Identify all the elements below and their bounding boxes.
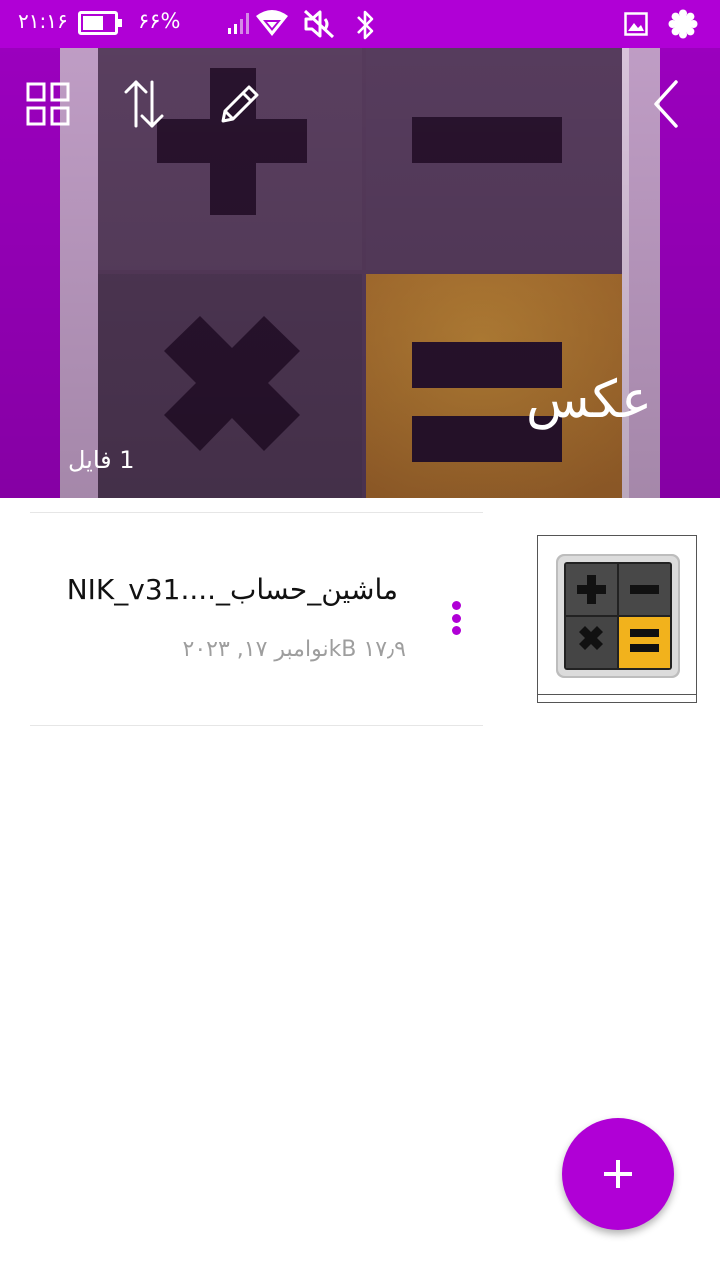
back-button[interactable] bbox=[640, 78, 692, 130]
album-title: عکس bbox=[525, 370, 652, 430]
back-arrow-icon bbox=[654, 80, 678, 128]
grid-view-button[interactable] bbox=[22, 78, 74, 130]
more-dot bbox=[451, 613, 461, 623]
battery-icon bbox=[78, 11, 122, 35]
grid-view-icon bbox=[26, 82, 70, 126]
file-name: ماشین_حساب_....NIK_v31 bbox=[66, 573, 398, 606]
status-bar: ۲۱:۱۶ ۶۶% bbox=[0, 0, 720, 48]
thumbnail-caption-line bbox=[538, 694, 696, 695]
status-time: ۲۱:۱۶ bbox=[18, 9, 68, 33]
edit-button[interactable] bbox=[214, 78, 266, 130]
battery-percent: ۶۶% bbox=[138, 9, 181, 33]
battery-level bbox=[83, 16, 103, 30]
signal-icon bbox=[228, 13, 249, 34]
file-thumbnail[interactable] bbox=[537, 535, 697, 703]
file-list-item[interactable]: ماشین_حساب_....NIK_v31 ۱۷٫۹ kBنوامبر ۱۷,… bbox=[0, 513, 720, 725]
calculator-app-icon bbox=[556, 554, 680, 678]
album-header: عکس 1 فایل bbox=[0, 48, 720, 498]
list-divider bbox=[30, 725, 483, 726]
header-overlay bbox=[0, 48, 720, 498]
edit-icon bbox=[221, 85, 259, 123]
more-dot bbox=[451, 601, 461, 610]
gallery-notification-icon bbox=[624, 12, 648, 36]
mute-icon bbox=[303, 9, 335, 39]
sort-button[interactable] bbox=[118, 78, 170, 130]
album-file-count: 1 فایل bbox=[68, 446, 135, 474]
settings-notification-icon bbox=[668, 9, 698, 39]
file-date: نوامبر ۱۷, ۲۰۲۳ bbox=[182, 637, 329, 662]
plus-icon bbox=[604, 1160, 632, 1188]
bluetooth-icon bbox=[357, 10, 374, 40]
wifi-icon bbox=[256, 10, 288, 36]
more-dot bbox=[451, 626, 461, 635]
more-options-button[interactable] bbox=[442, 597, 470, 639]
add-file-button[interactable] bbox=[562, 1118, 674, 1230]
file-size: ۱۷٫۹ kB bbox=[328, 637, 406, 662]
file-meta: ۱۷٫۹ kBنوامبر ۱۷, ۲۰۲۳ bbox=[180, 637, 407, 662]
sort-icon bbox=[124, 80, 164, 128]
